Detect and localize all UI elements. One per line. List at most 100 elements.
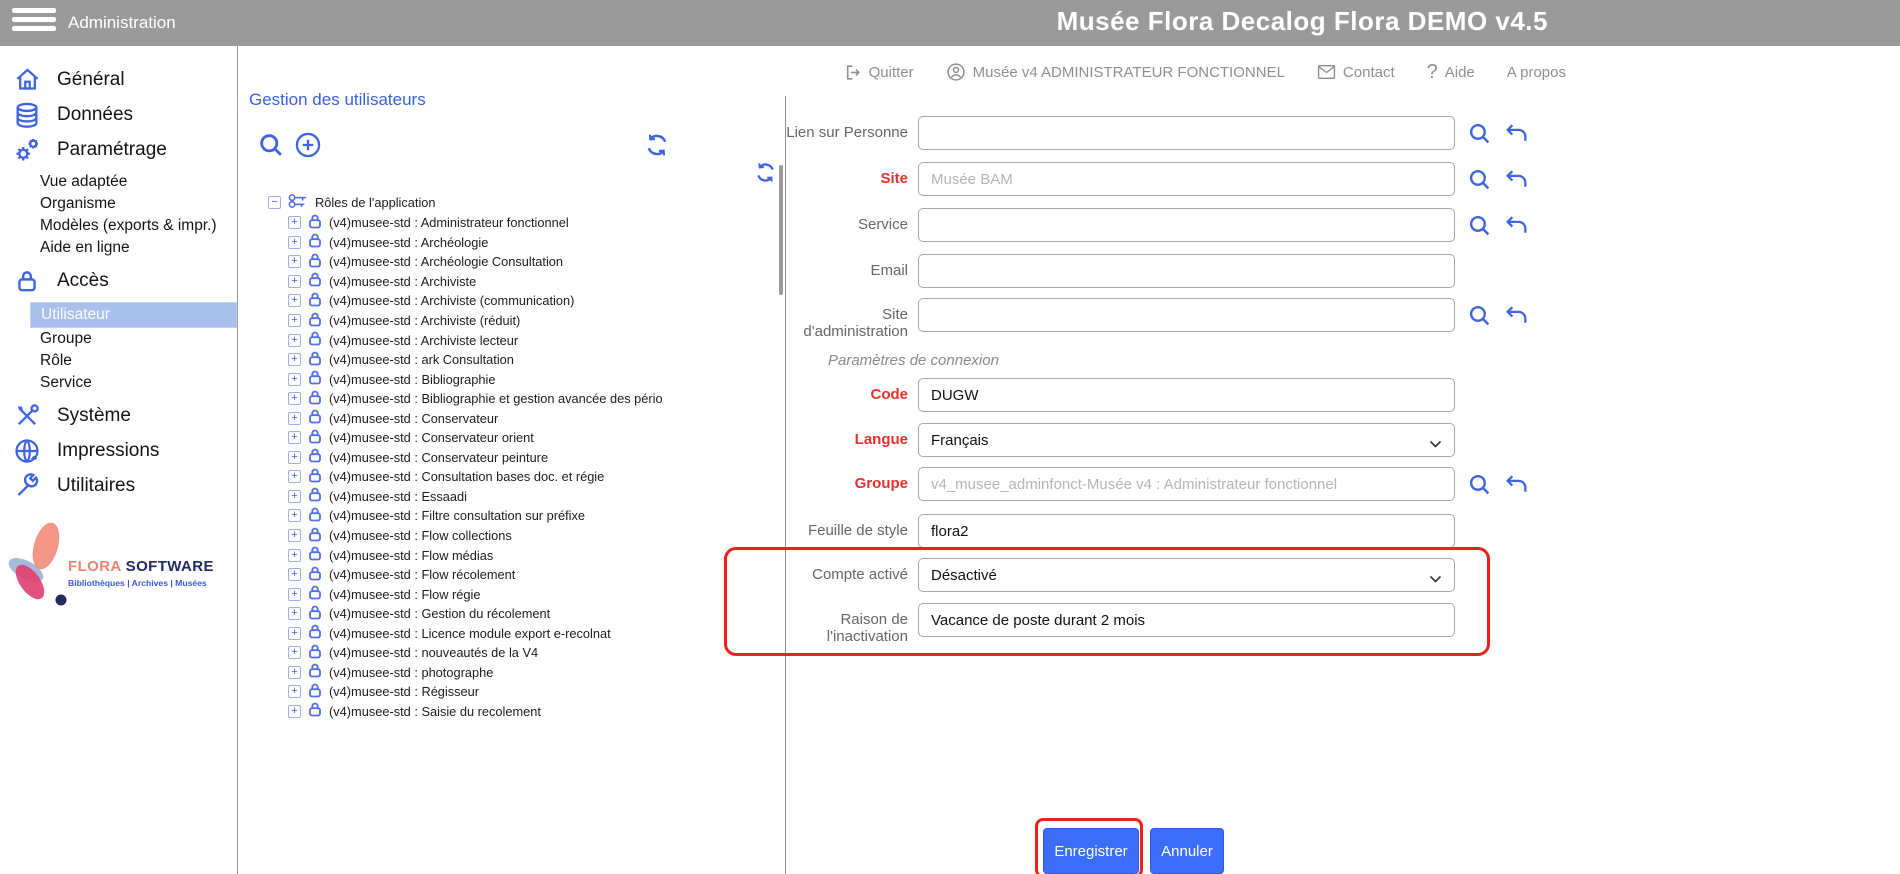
expand-plus-icon[interactable]: +: [288, 255, 301, 268]
hamburger-menu-icon[interactable]: [12, 8, 56, 38]
tree-item[interactable]: + (v4)musee-std : nouveautés de la V4: [288, 643, 777, 663]
site-admin-input[interactable]: [918, 298, 1455, 332]
lookup-icon[interactable]: [1467, 213, 1492, 243]
expand-plus-icon[interactable]: +: [288, 490, 301, 503]
sidebar-sub-vue-adaptee[interactable]: Vue adaptée: [0, 171, 237, 193]
tree-item[interactable]: + (v4)musee-std : Archiviste (communicat…: [288, 291, 777, 311]
tree-item[interactable]: + (v4)musee-std : Bibliographie et gesti…: [288, 389, 777, 409]
raison-input[interactable]: [918, 603, 1455, 637]
undo-icon[interactable]: [1504, 121, 1529, 151]
sidebar-sub-groupe[interactable]: Groupe: [0, 328, 237, 350]
sidebar-item-systeme[interactable]: Système: [0, 398, 237, 433]
expand-plus-icon[interactable]: +: [288, 549, 301, 562]
tree-item[interactable]: + (v4)musee-std : Flow régie: [288, 584, 777, 604]
code-input[interactable]: [918, 378, 1455, 412]
tree-item[interactable]: + (v4)musee-std : Essaadi: [288, 487, 777, 507]
service-input[interactable]: [918, 208, 1455, 242]
feuille-input[interactable]: [918, 514, 1455, 548]
expand-plus-icon[interactable]: +: [288, 646, 301, 659]
tree-item[interactable]: + (v4)musee-std : Saisie du recolement: [288, 702, 777, 722]
undo-icon[interactable]: [1504, 303, 1529, 333]
compte-select[interactable]: Désactivé: [918, 558, 1455, 592]
expand-plus-icon[interactable]: +: [288, 627, 301, 640]
sidebar-sub-role[interactable]: Rôle: [0, 350, 237, 372]
tree-item[interactable]: + (v4)musee-std : Filtre consultation su…: [288, 506, 777, 526]
sidebar-item-general[interactable]: Général: [0, 62, 237, 97]
lock-icon: [307, 291, 323, 311]
sidebar-sub-organisme[interactable]: Organisme: [0, 193, 237, 215]
tree-item[interactable]: + (v4)musee-std : Archéologie Consultati…: [288, 252, 777, 272]
expand-plus-icon[interactable]: +: [288, 314, 301, 327]
search-icon[interactable]: [257, 131, 285, 164]
langue-select[interactable]: Français: [918, 423, 1455, 457]
expand-plus-icon[interactable]: +: [288, 412, 301, 425]
expand-plus-icon[interactable]: +: [288, 529, 301, 542]
cancel-button[interactable]: Annuler: [1150, 828, 1224, 874]
lookup-icon[interactable]: [1467, 121, 1492, 151]
expand-plus-icon[interactable]: +: [288, 275, 301, 288]
expand-plus-icon[interactable]: +: [288, 294, 301, 307]
tree-item[interactable]: + (v4)musee-std : Flow médias: [288, 545, 777, 565]
undo-icon[interactable]: [1504, 213, 1529, 243]
expand-plus-icon[interactable]: +: [288, 588, 301, 601]
tree-item[interactable]: + (v4)musee-std : Archéologie: [288, 233, 777, 253]
expand-plus-icon[interactable]: +: [288, 470, 301, 483]
refresh-icon[interactable]: [644, 132, 670, 163]
tree-root[interactable]: − Rôles de l'application: [268, 192, 777, 213]
tree-item[interactable]: + (v4)musee-std : Régisseur: [288, 682, 777, 702]
sidebar-item-parametrage[interactable]: Paramétrage: [0, 132, 237, 167]
sidebar-item-donnees[interactable]: Données: [0, 97, 237, 132]
sidebar-item-utilitaires[interactable]: Utilitaires: [0, 468, 237, 503]
site-input[interactable]: [918, 162, 1455, 196]
tree-item[interactable]: + (v4)musee-std : Gestion du récolement: [288, 604, 777, 624]
expand-plus-icon[interactable]: +: [288, 607, 301, 620]
logo-flora-text: FLORA: [68, 558, 121, 575]
tree-scrollbar-thumb[interactable]: [779, 165, 783, 295]
tree-item[interactable]: + (v4)musee-std : Flow récolement: [288, 565, 777, 585]
sidebar-item-acces[interactable]: Accès: [0, 263, 237, 298]
add-icon[interactable]: [294, 131, 322, 164]
lookup-icon[interactable]: [1467, 167, 1492, 197]
tree-item[interactable]: + (v4)musee-std : Archiviste lecteur: [288, 330, 777, 350]
expand-plus-icon[interactable]: +: [288, 666, 301, 679]
expand-plus-icon[interactable]: +: [288, 705, 301, 718]
sidebar-sub-aide-en-ligne[interactable]: Aide en ligne: [0, 237, 237, 259]
tree-item[interactable]: + (v4)musee-std : Consultation bases doc…: [288, 467, 777, 487]
tree-item[interactable]: + (v4)musee-std : Archiviste: [288, 272, 777, 292]
expand-plus-icon[interactable]: +: [288, 353, 301, 366]
tree-item[interactable]: + (v4)musee-std : Conservateur peinture: [288, 448, 777, 468]
sidebar-sub-modeles[interactable]: Modèles (exports & impr.): [0, 215, 237, 237]
expand-plus-icon[interactable]: +: [288, 334, 301, 347]
collapse-minus-icon[interactable]: −: [268, 196, 281, 209]
expand-plus-icon[interactable]: +: [288, 236, 301, 249]
save-button[interactable]: Enregistrer: [1043, 828, 1139, 874]
expand-plus-icon[interactable]: +: [288, 392, 301, 405]
sync-icon[interactable]: [754, 161, 777, 189]
undo-icon[interactable]: [1504, 472, 1529, 502]
expand-plus-icon[interactable]: +: [288, 509, 301, 522]
lookup-icon[interactable]: [1467, 472, 1492, 502]
expand-plus-icon[interactable]: +: [288, 451, 301, 464]
tree-item[interactable]: + (v4)musee-std : Licence module export …: [288, 623, 777, 643]
expand-plus-icon[interactable]: +: [288, 685, 301, 698]
tree-item[interactable]: + (v4)musee-std : Conservateur orient: [288, 428, 777, 448]
expand-plus-icon[interactable]: +: [288, 568, 301, 581]
expand-plus-icon[interactable]: +: [288, 431, 301, 444]
sidebar-sub-utilisateur-selected[interactable]: Utilisateur: [30, 302, 237, 328]
tree-item[interactable]: + (v4)musee-std : ark Consultation: [288, 350, 777, 370]
email-input[interactable]: [918, 254, 1455, 288]
lookup-icon[interactable]: [1467, 303, 1492, 333]
tree-item[interactable]: + (v4)musee-std : Conservateur: [288, 408, 777, 428]
tree-item[interactable]: + (v4)musee-std : Bibliographie: [288, 369, 777, 389]
tree-item[interactable]: + (v4)musee-std : Flow collections: [288, 526, 777, 546]
expand-plus-icon[interactable]: +: [288, 373, 301, 386]
groupe-input[interactable]: [918, 467, 1455, 501]
undo-icon[interactable]: [1504, 167, 1529, 197]
tree-item[interactable]: + (v4)musee-std : Archiviste (réduit): [288, 311, 777, 331]
tree-item[interactable]: + (v4)musee-std : Administrateur fonctio…: [288, 213, 777, 233]
lien-input[interactable]: [918, 116, 1455, 150]
sidebar-item-impressions[interactable]: Impressions: [0, 433, 237, 468]
tree-item[interactable]: + (v4)musee-std : photographe: [288, 663, 777, 683]
expand-plus-icon[interactable]: +: [288, 216, 301, 229]
sidebar-sub-service[interactable]: Service: [0, 372, 237, 394]
